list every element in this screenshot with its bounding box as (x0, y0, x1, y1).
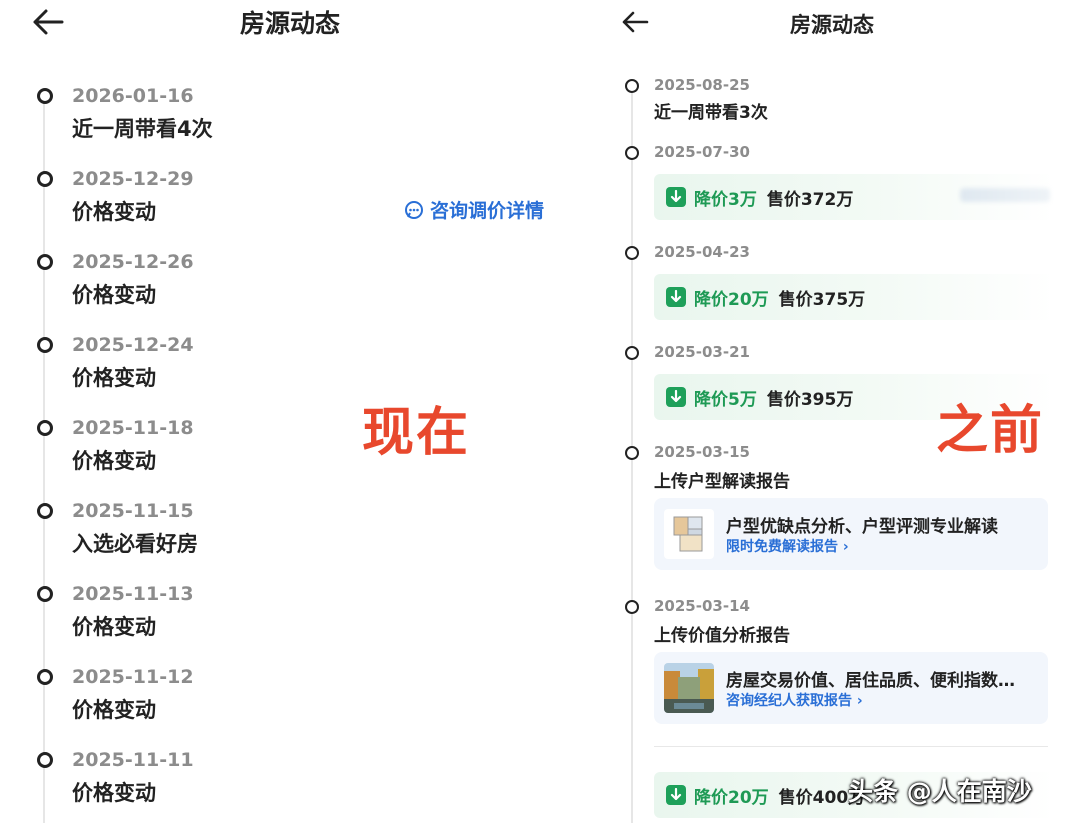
arrow-down-icon (666, 785, 686, 805)
event-text: 价格变动 (72, 449, 156, 473)
timeline-dot (625, 600, 639, 614)
overlay-label-now: 现在 (362, 403, 471, 463)
timeline-dot (37, 586, 53, 602)
timeline-dot (37, 503, 53, 519)
timeline-dot (37, 752, 53, 768)
price-drop: 降价20万 (694, 289, 769, 310)
arrow-left-icon (33, 9, 64, 35)
event-date: 2025-11-15 (72, 500, 194, 522)
event-text: 价格变动 (72, 366, 156, 390)
back-button[interactable] (30, 6, 66, 38)
report-card[interactable]: 户型优缺点分析、户型评测专业解读 限时免费解读报告 › (654, 498, 1048, 570)
arrow-left-icon (622, 11, 649, 33)
floorplan-thumbnail (664, 509, 714, 559)
arrow-down-icon (666, 387, 686, 407)
event-text: 价格变动 (72, 698, 156, 722)
report-card-link[interactable]: 限时免费解读报告 › (726, 536, 849, 556)
house-photo-thumbnail (664, 663, 714, 713)
consult-price-button[interactable]: 咨询调价详情 (404, 196, 544, 223)
report-card-link[interactable]: 咨询经纪人获取报告 › (726, 690, 863, 710)
event-text: 上传户型解读报告 (654, 472, 790, 492)
event-date: 2025-04-23 (654, 243, 750, 261)
consult-label: 咨询调价详情 (430, 200, 545, 222)
timeline-dot (37, 88, 53, 104)
sale-price: 售价372万 (766, 189, 854, 210)
event-text: 价格变动 (72, 283, 156, 307)
back-button[interactable] (620, 8, 650, 36)
divider (654, 746, 1048, 747)
price-drop: 降价3万 (694, 189, 757, 210)
price-drop: 降价20万 (694, 787, 769, 808)
blurred-region (960, 188, 1050, 202)
event-date: 2025-11-11 (72, 749, 194, 771)
event-date: 2025-07-30 (654, 143, 750, 161)
event-date: 2025-12-29 (72, 168, 194, 190)
arrow-down-icon (666, 287, 686, 307)
event-date: 2025-11-18 (72, 417, 194, 439)
timeline-dot (37, 171, 53, 187)
event-text: 上传价值分析报告 (654, 626, 790, 646)
report-card-title: 户型优缺点分析、户型评测专业解读 (726, 517, 998, 537)
timeline-dot (625, 346, 639, 360)
price-drop: 降价5万 (694, 389, 757, 410)
event-text: 近一周带看4次 (72, 117, 213, 141)
timeline-dot (625, 246, 639, 260)
event-text: 价格变动 (72, 781, 156, 805)
report-card[interactable]: 房屋交易价值、居住品质、便利指数… 咨询经纪人获取报告 › (654, 652, 1048, 724)
page-title: 房源动态 (790, 13, 874, 37)
arrow-down-icon (666, 187, 686, 207)
timeline-dot (37, 337, 53, 353)
timeline-dot (37, 669, 53, 685)
event-date: 2025-11-12 (72, 666, 194, 688)
report-card-title: 房屋交易价值、居住品质、便利指数… (726, 671, 1015, 691)
event-date: 2025-03-15 (654, 443, 750, 461)
event-text: 入选必看好房 (72, 532, 198, 556)
page-title: 房源动态 (240, 9, 341, 38)
sale-price: 售价375万 (778, 289, 866, 310)
event-text: 价格变动 (72, 615, 156, 639)
event-date: 2025-03-14 (654, 597, 750, 615)
chat-bubble-icon (405, 200, 423, 219)
event-date: 2025-12-26 (72, 251, 194, 273)
event-date: 2025-08-25 (654, 76, 750, 94)
event-text: 价格变动 (72, 200, 156, 224)
timeline-dot (625, 146, 639, 160)
timeline-dot (37, 420, 53, 436)
timeline-dot (625, 446, 639, 460)
timeline-dot (625, 79, 639, 93)
event-date: 2025-12-24 (72, 334, 194, 356)
event-date: 2026-01-16 (72, 85, 194, 107)
timeline-rail (43, 95, 45, 823)
timeline-dot (37, 254, 53, 270)
price-change-card[interactable]: 降价20万 售价375万 (654, 274, 1054, 320)
event-date: 2025-03-21 (654, 343, 750, 361)
watermark: 头条 @人在南沙 (848, 777, 1032, 806)
current-panel: 房源动态 2026-01-16 近一周带看4次 2025-12-29 价格变动 … (0, 0, 600, 823)
overlay-label-before: 之前 (936, 401, 1045, 461)
previous-panel: 房源动态 2025-08-25 近一周带看3次 2025-07-30 降价3万 … (600, 0, 1080, 823)
sale-price: 售价395万 (766, 389, 854, 410)
event-date: 2025-11-13 (72, 583, 194, 605)
event-text: 近一周带看3次 (654, 103, 768, 123)
